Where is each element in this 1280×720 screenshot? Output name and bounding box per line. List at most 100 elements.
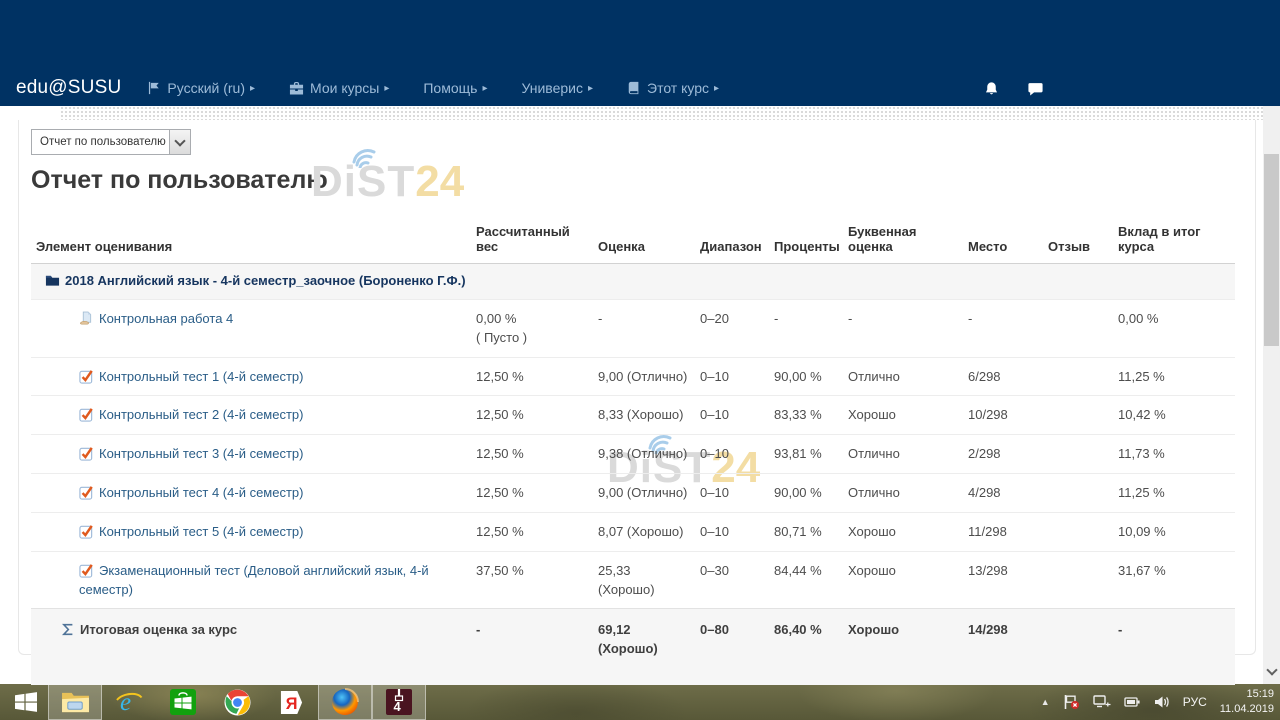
content-card: Отчет по пользователю Отчет по пользоват… bbox=[18, 120, 1256, 655]
column-header: Оценка bbox=[598, 220, 700, 264]
table-row: 2018 Английский язык - 4-й семестр_заочн… bbox=[31, 264, 1235, 300]
top-header: edu@SUSU Русский (ru)▸Мои курсы▸Помощь▸У… bbox=[0, 0, 1280, 106]
nav-item-4[interactable]: Универис▸ bbox=[521, 80, 593, 96]
grade-item-link[interactable]: Контрольная работа 4 bbox=[99, 311, 233, 326]
battery-icon[interactable] bbox=[1124, 695, 1141, 709]
value-cell: 0,00 % ( Пусто ) bbox=[476, 299, 598, 357]
value-cell: 2/298 bbox=[968, 435, 1048, 474]
taskbar-firefox-icon[interactable] bbox=[318, 684, 372, 720]
volume-speaker-icon[interactable] bbox=[1154, 695, 1170, 709]
start-button[interactable] bbox=[8, 688, 44, 716]
column-header: Отзыв bbox=[1048, 220, 1118, 264]
value-cell: 6/298 bbox=[968, 357, 1048, 396]
value-cell: 31,67 % bbox=[1118, 551, 1235, 609]
report-type-select-value: Отчет по пользователю bbox=[32, 130, 169, 154]
nav-item-label: Этот курс bbox=[647, 80, 709, 96]
scrollbar-thumb[interactable] bbox=[1264, 154, 1279, 346]
value-cell: 14/298 bbox=[968, 609, 1048, 685]
quiz-icon bbox=[79, 485, 94, 500]
system-tray: ▲ bbox=[1041, 684, 1274, 720]
value-cell: 0–10 bbox=[700, 474, 774, 513]
grade-item-cell: 2018 Английский язык - 4-й семестр_заочн… bbox=[31, 264, 476, 300]
value-cell bbox=[700, 264, 774, 300]
value-cell: - bbox=[774, 299, 848, 357]
nav-item-2[interactable]: Мои курсы▸ bbox=[289, 80, 389, 96]
column-header: Элемент оценивания bbox=[31, 220, 476, 264]
taskbar-package-4-icon[interactable]: 4 bbox=[372, 684, 426, 720]
site-logo[interactable]: edu@SUSU bbox=[16, 77, 121, 99]
table-row: Контрольный тест 2 (4-й семестр)12,50 %8… bbox=[31, 396, 1235, 435]
value-cell: Хорошо bbox=[848, 609, 968, 685]
grade-item-link[interactable]: Контрольный тест 3 (4-й семестр) bbox=[99, 446, 303, 461]
quiz-icon bbox=[79, 369, 94, 384]
grade-item-cell: Итоговая оценка за курс bbox=[31, 609, 476, 685]
vertical-scrollbar[interactable] bbox=[1263, 106, 1280, 684]
taskbar-yandex-browser-icon[interactable]: Я bbox=[264, 684, 318, 720]
nav-item-1[interactable]: Русский (ru)▸ bbox=[147, 80, 255, 96]
network-icon[interactable] bbox=[1093, 695, 1111, 710]
grade-item-cell: Контрольный тест 2 (4-й семестр) bbox=[31, 396, 476, 435]
messages-chat-icon[interactable] bbox=[1020, 78, 1050, 100]
windows-logo-icon bbox=[14, 691, 38, 713]
grade-item-link[interactable]: Контрольный тест 5 (4-й семестр) bbox=[99, 524, 303, 539]
value-cell: 11,73 % bbox=[1118, 435, 1235, 474]
report-type-select[interactable]: Отчет по пользователю bbox=[31, 129, 191, 155]
value-cell: 93,81 % bbox=[774, 435, 848, 474]
grade-table-header-row: Элемент оцениванияРассчитанный весОценка… bbox=[31, 220, 1235, 264]
notifications-bell-icon[interactable] bbox=[976, 78, 1006, 100]
nav-item-label: Мои курсы bbox=[310, 80, 379, 96]
grade-item-cell: Экзаменационный тест (Деловой английский… bbox=[31, 551, 476, 609]
scrollbar-down-button[interactable] bbox=[1263, 664, 1280, 678]
value-cell: 13/298 bbox=[968, 551, 1048, 609]
table-row: Контрольный тест 4 (4-й семестр)12,50 %9… bbox=[31, 474, 1235, 513]
taskbar-internet-explorer-icon[interactable]: e bbox=[102, 684, 156, 720]
caret-icon: ▸ bbox=[714, 83, 719, 94]
column-header: Проценты bbox=[774, 220, 848, 264]
table-row: Экзаменационный тест (Деловой английский… bbox=[31, 551, 1235, 609]
value-cell: 86,40 % bbox=[774, 609, 848, 685]
value-cell: 10/298 bbox=[968, 396, 1048, 435]
assignment-icon bbox=[79, 311, 94, 326]
quiz-icon bbox=[79, 446, 94, 461]
clock[interactable]: 15:19 11.04.2019 bbox=[1220, 687, 1274, 717]
value-cell: 11,25 % bbox=[1118, 474, 1235, 513]
value-cell: 12,50 % bbox=[476, 357, 598, 396]
value-cell: 4/298 bbox=[968, 474, 1048, 513]
action-center-flag-icon[interactable] bbox=[1063, 694, 1080, 710]
value-cell: 0–10 bbox=[700, 435, 774, 474]
column-header: Место bbox=[968, 220, 1048, 264]
value-cell: 0–10 bbox=[700, 396, 774, 435]
value-cell bbox=[1048, 512, 1118, 551]
value-cell: 10,09 % bbox=[1118, 512, 1235, 551]
select-dropdown-button[interactable] bbox=[169, 130, 190, 154]
watermark-accent-text: 24 bbox=[415, 160, 464, 204]
quiz-icon bbox=[79, 407, 94, 422]
quiz-icon bbox=[79, 563, 94, 578]
taskbar-chrome-icon[interactable] bbox=[210, 684, 264, 720]
value-cell: 12,50 % bbox=[476, 435, 598, 474]
svg-text:Я: Я bbox=[285, 694, 297, 712]
grade-item-link[interactable]: Контрольный тест 4 (4-й семестр) bbox=[99, 485, 303, 500]
sigma-icon bbox=[61, 622, 75, 637]
svg-text:4: 4 bbox=[394, 699, 402, 714]
value-cell: 80,71 % bbox=[774, 512, 848, 551]
grade-item-link[interactable]: Контрольный тест 2 (4-й семестр) bbox=[99, 407, 303, 422]
grade-report-table: Элемент оцениванияРассчитанный весОценка… bbox=[31, 220, 1235, 685]
table-row: Контрольный тест 1 (4-й семестр)12,50 %9… bbox=[31, 357, 1235, 396]
value-cell: Хорошо bbox=[848, 551, 968, 609]
caret-icon: ▸ bbox=[250, 83, 255, 94]
grade-item-cell: Контрольный тест 1 (4-й семестр) bbox=[31, 357, 476, 396]
grade-item-link[interactable]: Контрольный тест 1 (4-й семестр) bbox=[99, 369, 303, 384]
nav-item-5[interactable]: Этот курс ▸ bbox=[627, 80, 719, 96]
value-cell bbox=[848, 264, 968, 300]
grade-item-cell: Контрольный тест 4 (4-й семестр) bbox=[31, 474, 476, 513]
taskbar-file-explorer-icon[interactable] bbox=[48, 684, 102, 720]
nav-item-3[interactable]: Помощь▸ bbox=[423, 80, 487, 96]
grade-item-link[interactable]: Экзаменационный тест (Деловой английский… bbox=[79, 563, 429, 597]
language-indicator[interactable]: РУС bbox=[1183, 695, 1207, 709]
value-cell bbox=[1118, 264, 1235, 300]
table-row: Контрольная работа 40,00 % ( Пусто )-0–2… bbox=[31, 299, 1235, 357]
tray-date: 11.04.2019 bbox=[1220, 703, 1274, 715]
tray-expand-icon[interactable]: ▲ bbox=[1041, 697, 1050, 707]
taskbar-windows-store-icon[interactable] bbox=[156, 684, 210, 720]
